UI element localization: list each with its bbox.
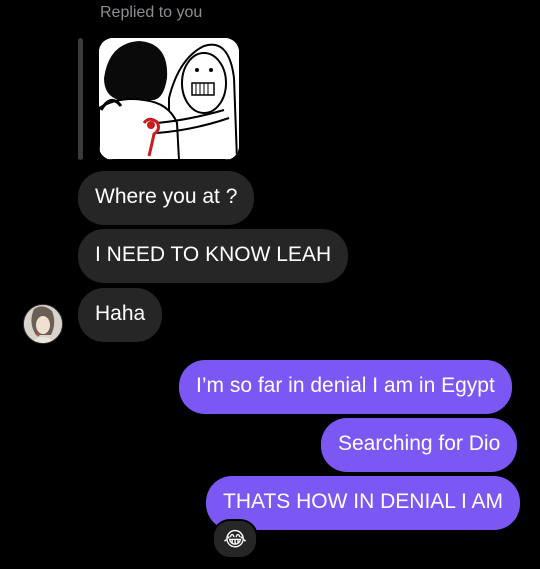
message-bubble-incoming[interactable]: I NEED TO KNOW LEAH	[78, 229, 349, 283]
message-reaction[interactable]: 😂	[212, 519, 258, 559]
sender-avatar[interactable]	[23, 304, 63, 344]
laughing-crying-emoji-icon: 😂	[223, 528, 247, 551]
replied-meme-image[interactable]	[99, 38, 239, 160]
message-bubble-outgoing[interactable]: I’m so far in denial I am in Egypt	[179, 360, 512, 414]
message-bubble-incoming[interactable]: Where you at ?	[78, 171, 255, 225]
reply-quote-bar	[78, 38, 83, 160]
replied-to-label: Replied to you	[100, 4, 203, 21]
message-bubble-outgoing[interactable]: THATS HOW IN DENIAL I AM	[206, 476, 521, 530]
message-bubble-incoming[interactable]: Haha	[78, 288, 163, 342]
message-bubble-outgoing[interactable]: Searching for Dio	[321, 418, 518, 472]
